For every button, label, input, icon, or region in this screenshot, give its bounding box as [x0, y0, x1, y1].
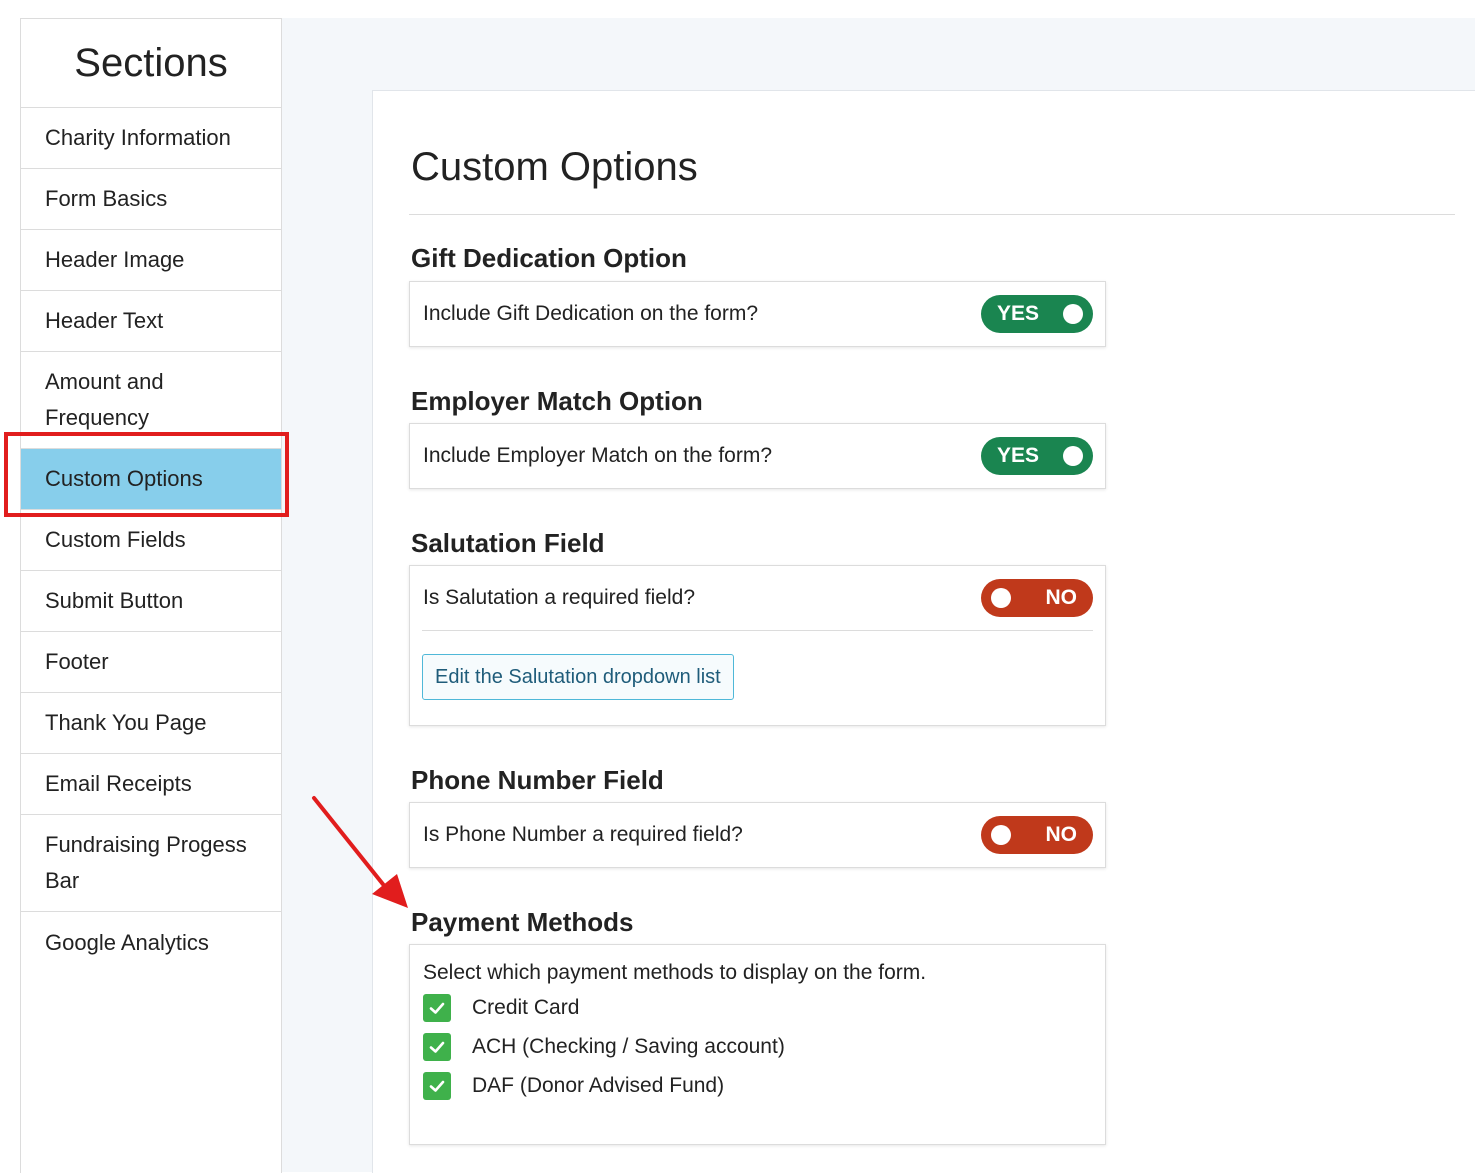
salutation-toggle[interactable]: NO	[981, 579, 1093, 617]
payment-methods-intro: Select which payment methods to display …	[423, 961, 927, 984]
edit-salutation-list-button[interactable]: Edit the Salutation dropdown list	[422, 654, 734, 700]
sidebar-item-amount-and-frequency[interactable]: Amount and Frequency	[21, 352, 281, 449]
employer-match-panel: Include Employer Match on the form? YES	[409, 423, 1106, 489]
toggle-knob	[991, 825, 1011, 845]
sidebar-item-google-analytics[interactable]: Google Analytics	[21, 912, 281, 973]
employer-match-question: Include Employer Match on the form?	[423, 444, 773, 467]
panel-divider	[422, 630, 1093, 631]
toggle-label: NO	[1045, 823, 1078, 846]
sidebar-item-fundraising-progress-bar[interactable]: Fundraising Progess Bar	[21, 815, 281, 912]
toggle-label: NO	[1045, 586, 1078, 609]
payment-option-credit-card[interactable]: Credit Card	[423, 993, 579, 1023]
sidebar-item-thank-you-page[interactable]: Thank You Page	[21, 693, 281, 754]
gift-dedication-toggle[interactable]: YES	[981, 295, 1093, 333]
sidebar-item-custom-options[interactable]: Custom Options	[21, 449, 281, 510]
toggle-label: YES	[997, 444, 1040, 467]
toggle-knob	[1063, 446, 1083, 466]
toggle-label: YES	[997, 302, 1040, 325]
salutation-panel: Is Salutation a required field? NO Edit …	[409, 565, 1106, 726]
sidebar-item-form-basics[interactable]: Form Basics	[21, 169, 281, 230]
payment-option-label: Credit Card	[472, 996, 580, 1019]
gift-dedication-panel: Include Gift Dedication on the form? YES	[409, 281, 1106, 347]
salutation-heading: Salutation Field	[411, 528, 605, 558]
payment-option-label: DAF (Donor Advised Fund)	[472, 1074, 725, 1097]
title-divider	[409, 214, 1455, 215]
sidebar-item-email-receipts[interactable]: Email Receipts	[21, 754, 281, 815]
checkbox-checked[interactable]	[423, 994, 451, 1022]
phone-number-panel: Is Phone Number a required field? NO	[409, 802, 1106, 868]
toggle-knob	[1063, 304, 1083, 324]
gift-dedication-heading: Gift Dedication Option	[411, 243, 687, 273]
check-icon	[429, 1002, 445, 1014]
custom-options-card: Custom Options Gift Dedication Option In…	[372, 90, 1475, 1173]
sidebar-item-header-text[interactable]: Header Text	[21, 291, 281, 352]
sidebar-item-header-image[interactable]: Header Image	[21, 230, 281, 291]
check-icon	[429, 1041, 445, 1053]
sidebar-item-submit-button[interactable]: Submit Button	[21, 571, 281, 632]
toggle-knob	[991, 588, 1011, 608]
phone-number-heading: Phone Number Field	[411, 765, 664, 795]
employer-match-heading: Employer Match Option	[411, 386, 703, 416]
payment-option-daf[interactable]: DAF (Donor Advised Fund)	[423, 1071, 724, 1101]
check-icon	[429, 1080, 445, 1092]
sidebar-item-footer[interactable]: Footer	[21, 632, 281, 693]
gift-dedication-question: Include Gift Dedication on the form?	[423, 302, 759, 325]
checkbox-checked[interactable]	[423, 1033, 451, 1061]
payment-option-label: ACH (Checking / Saving account)	[472, 1035, 785, 1058]
payment-option-ach[interactable]: ACH (Checking / Saving account)	[423, 1032, 785, 1062]
sidebar-title: Sections	[21, 19, 281, 108]
phone-number-toggle[interactable]: NO	[981, 816, 1093, 854]
employer-match-toggle[interactable]: YES	[981, 437, 1093, 475]
sidebar-item-custom-fields[interactable]: Custom Fields	[21, 510, 281, 571]
page-title: Custom Options	[411, 145, 698, 189]
sidebar-item-charity-information[interactable]: Charity Information	[21, 108, 281, 169]
payment-methods-heading: Payment Methods	[411, 907, 634, 937]
checkbox-checked[interactable]	[423, 1072, 451, 1100]
sections-sidebar: Sections Charity Information Form Basics…	[20, 18, 282, 1173]
phone-number-question: Is Phone Number a required field?	[423, 823, 743, 846]
salutation-question: Is Salutation a required field?	[423, 586, 696, 609]
payment-methods-panel: Select which payment methods to display …	[409, 944, 1106, 1145]
